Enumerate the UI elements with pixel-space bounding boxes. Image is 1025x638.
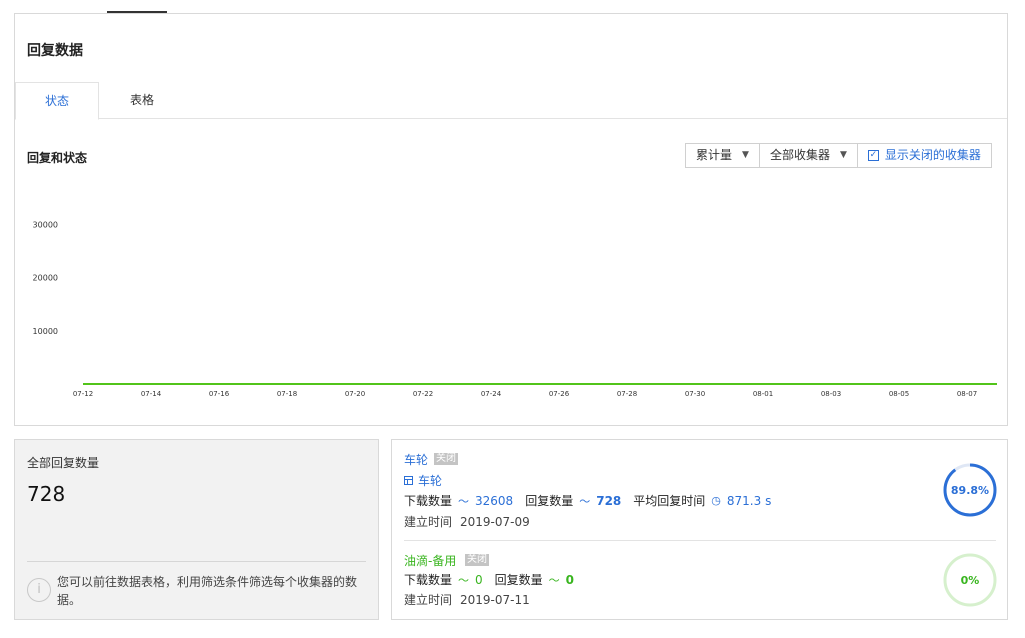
reply-value: 728	[596, 493, 622, 508]
total-replies-label: 全部回复数量	[27, 456, 100, 470]
collector-stats: 下载数量 ～ 32608 回复数量 〜 728 平均回复时间 ◷ 871.3 s	[404, 492, 783, 509]
x-tick-label: 07-28	[617, 390, 637, 398]
total-replies-value: 728	[27, 482, 66, 506]
info-icon: i	[27, 578, 51, 602]
download-value: 0	[475, 572, 483, 587]
created-value: 2019-07-09	[460, 515, 530, 529]
avg-time-label: 平均回复时间	[633, 494, 706, 508]
x-tick-label: 07-24	[481, 390, 502, 398]
x-tick-label: 07-16	[209, 390, 230, 398]
table-icon	[404, 476, 413, 485]
closed-badge: 关闭	[465, 554, 489, 566]
created-label: 建立时间	[404, 593, 453, 607]
reply-chart: 10000 20000 30000 07-12 07-14 07-16 07-18 07-20…	[33, 221, 997, 398]
x-tick-label: 08-07	[957, 390, 977, 398]
collector-stats: 下载数量 ～ 0 回复数量 〜 0	[404, 571, 586, 588]
avg-time-value: 871.3 s	[726, 493, 772, 508]
x-tick-label: 07-26	[549, 390, 570, 398]
x-tick-label: 07-30	[685, 390, 705, 398]
download-label: 下载数量	[404, 494, 453, 508]
reply-label: 回复数量	[525, 494, 574, 508]
reply-label: 回复数量	[494, 573, 543, 587]
created-date: 建立时间 2019-07-11	[404, 591, 530, 608]
ring-percent: 89.8%	[950, 484, 990, 497]
hint-text: 您可以前往数据表格，利用筛选条件筛选每个收集器的数据。	[57, 575, 358, 607]
y-tick-label: 30000	[33, 221, 58, 230]
reply-value: 0	[565, 572, 575, 587]
closed-badge: 关闭	[434, 453, 458, 465]
download-value: 32608	[475, 493, 514, 508]
y-tick-label: 10000	[33, 327, 58, 336]
collector-name-link[interactable]: 车轮	[404, 451, 428, 468]
collector-name-link[interactable]: 油滴-备用	[404, 552, 456, 569]
x-tick-label: 07-12	[73, 390, 93, 398]
x-tick-label: 07-22	[413, 390, 433, 398]
created-label: 建立时间	[404, 515, 453, 529]
x-tick-label: 08-05	[889, 390, 909, 398]
collector-sub-link[interactable]: 车轮	[404, 472, 442, 489]
x-tick-label: 07-18	[277, 390, 297, 398]
download-label: 下载数量	[404, 573, 453, 587]
divider	[27, 561, 366, 562]
collector-sub-name: 车轮	[418, 474, 443, 488]
trend-icon: ～	[458, 494, 470, 508]
created-date: 建立时间 2019-07-09	[404, 513, 530, 530]
x-tick-label: 08-01	[753, 390, 773, 398]
x-tick-label: 07-20	[345, 390, 365, 398]
clock-icon: ◷	[711, 494, 721, 507]
trend-icon: ～	[458, 573, 470, 587]
trend-icon: 〜	[579, 494, 591, 508]
divider	[404, 540, 996, 541]
x-tick-label: 07-14	[141, 390, 162, 398]
reply-data-panel: 回复数据 状态 表格 回复和状态 累计量 ▼ 全部收集器 ▼ ✓ 显示关闭的收集…	[14, 13, 1008, 426]
y-tick-label: 20000	[33, 274, 58, 283]
trend-icon: 〜	[548, 573, 560, 587]
x-tick-label: 08-03	[821, 390, 841, 398]
collector-list: 车轮 关闭 车轮 下载数量 ～ 32608 回复数量 〜 728 平均回复时间 …	[391, 439, 1008, 620]
created-value: 2019-07-11	[460, 593, 530, 607]
ring-percent: 0%	[960, 574, 980, 587]
total-replies-card: 全部回复数量 728 i 您可以前往数据表格，利用筛选条件筛选每个收集器的数据。	[14, 439, 379, 620]
